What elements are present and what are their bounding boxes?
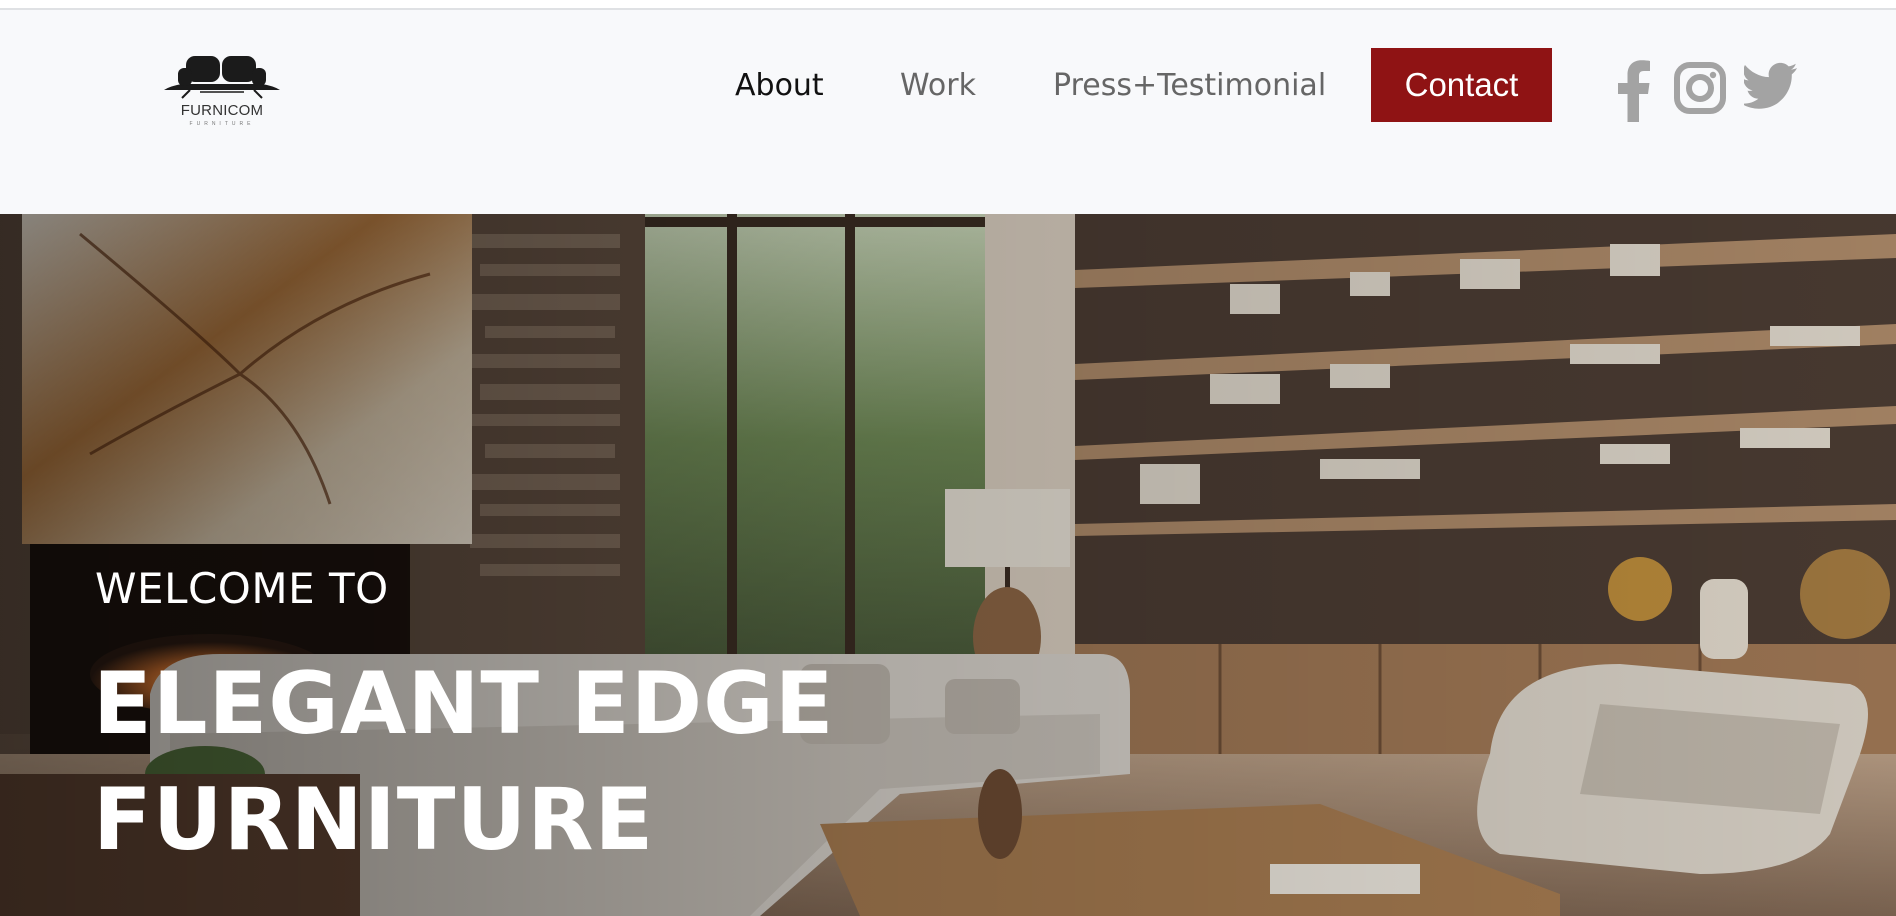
hero-banner: WELCOME TO ELEGANT EDGE FURNITURE [0,214,1896,916]
hero-title-line-2: FURNITURE [93,770,655,870]
contact-button[interactable]: Contact [1371,48,1552,122]
nav-press-testimonial[interactable]: Press+Testimonial [1053,68,1326,103]
facebook-icon[interactable] [1606,58,1662,122]
sofa-logo-icon [164,56,280,99]
instagram-icon[interactable] [1672,58,1728,122]
nav-work[interactable]: Work [900,68,976,103]
site-header: FURNICOM FURNITURE About Work Press+Test… [0,10,1896,214]
top-border [0,0,1896,10]
brand-logo[interactable]: FURNICOM FURNITURE [160,46,284,138]
twitter-icon[interactable] [1741,58,1800,122]
hero-title: ELEGANT EDGE FURNITURE [93,646,835,878]
hero-title-line-1: ELEGANT EDGE [93,654,835,754]
brand-tagline: FURNITURE [189,121,255,127]
brand-name: FURNICOM [180,102,264,119]
nav-about[interactable]: About [735,68,824,103]
hero-welcome: WELCOME TO [95,564,389,613]
